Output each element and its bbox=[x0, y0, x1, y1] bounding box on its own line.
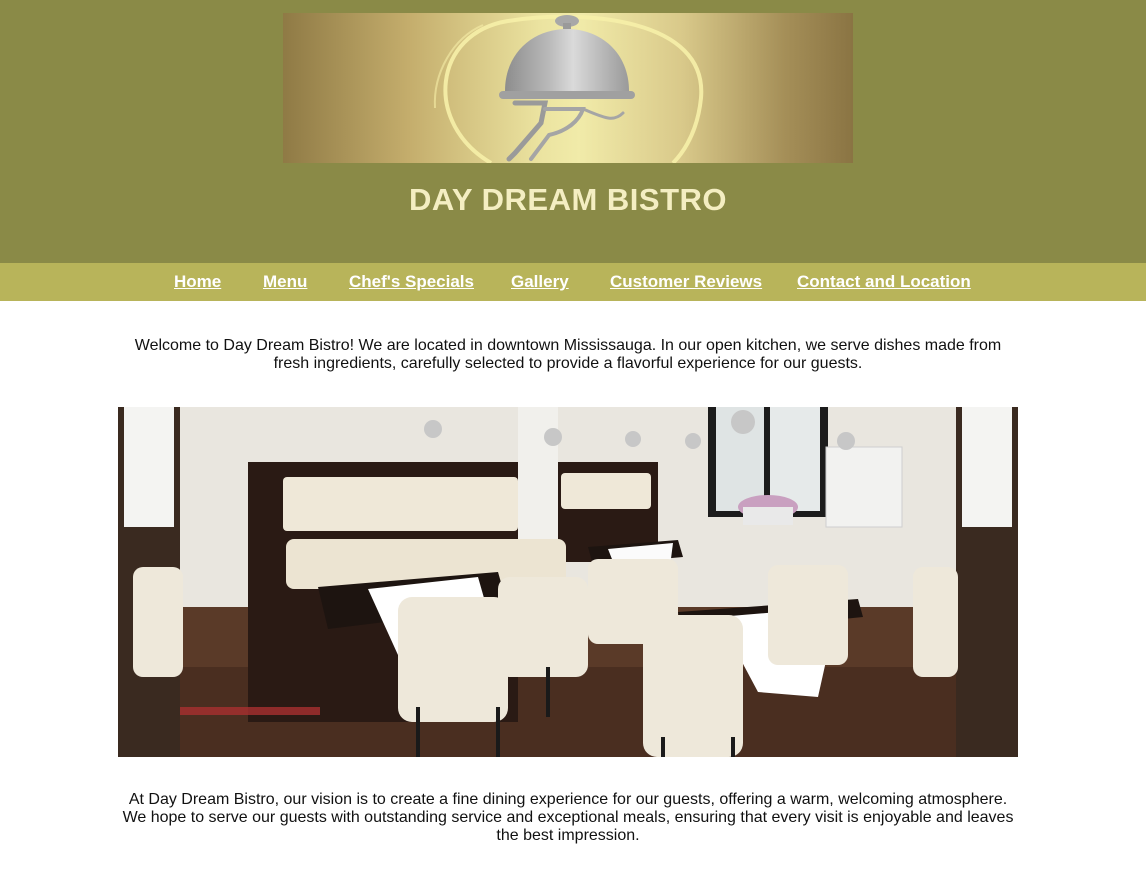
main-nav: Home Menu Chef's Specials Gallery Custom… bbox=[0, 263, 1146, 301]
restaurant-interior-image bbox=[118, 407, 1018, 757]
vision-text: At Day Dream Bistro, our vision is to cr… bbox=[122, 791, 1014, 844]
serving-cloche-icon bbox=[433, 14, 704, 163]
site-title: DAY DREAM BISTRO bbox=[408, 182, 728, 217]
logo-banner bbox=[283, 13, 853, 163]
intro-text: Welcome to Day Dream Bistro! We are loca… bbox=[134, 337, 1002, 372]
nav-link-menu[interactable]: Menu bbox=[263, 272, 307, 292]
nav-link-gallery[interactable]: Gallery bbox=[511, 272, 569, 292]
nav-link-contact-location[interactable]: Contact and Location bbox=[797, 272, 971, 292]
nav-link-chefs-specials[interactable]: Chef's Specials bbox=[349, 272, 474, 292]
nav-link-home[interactable]: Home bbox=[174, 272, 221, 292]
site-header: DAY DREAM BISTRO bbox=[0, 0, 1146, 263]
nav-link-customer-reviews[interactable]: Customer Reviews bbox=[610, 272, 762, 292]
